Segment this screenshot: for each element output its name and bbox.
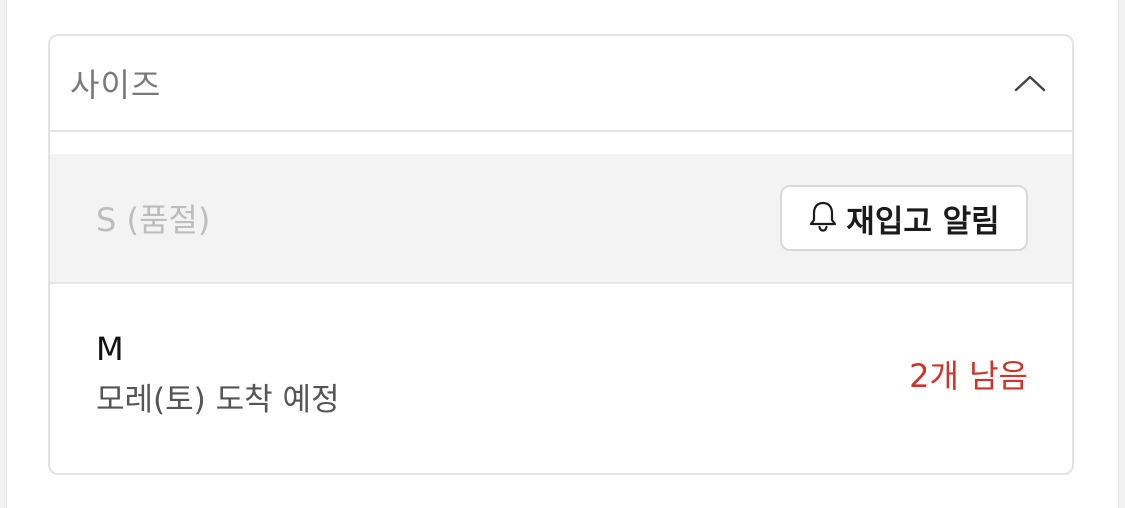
delivery-eta-text: 모레(토) 도착 예정 [96, 381, 340, 418]
size-option-s: S (품절) 재입고 알림 [50, 154, 1072, 284]
restock-alert-button[interactable]: 재입고 알림 [780, 185, 1028, 251]
size-option-m[interactable]: M 모레(토) 도착 예정 2개 남음 [50, 284, 1072, 464]
size-selector-dropdown: 사이즈 S (품절) 재입고 알림 M 모레(토) 도착 예정 2개 남음 [48, 34, 1074, 475]
size-option-label: M [96, 329, 124, 368]
chevron-up-icon[interactable] [1014, 73, 1046, 93]
size-option-label: S (품절) [96, 201, 211, 239]
size-selector-header[interactable]: 사이즈 [50, 36, 1072, 132]
size-option-info: M 모레(토) 도착 예정 [96, 330, 340, 419]
size-selector-title: 사이즈 [70, 66, 162, 104]
list-top-spacer [50, 132, 1072, 154]
restock-alert-label: 재입고 알림 [846, 203, 1000, 240]
right-edge-divider [1118, 0, 1125, 508]
stock-remaining-badge: 2개 남음 [909, 357, 1028, 395]
left-edge-divider [0, 0, 7, 508]
bell-icon [808, 200, 838, 236]
